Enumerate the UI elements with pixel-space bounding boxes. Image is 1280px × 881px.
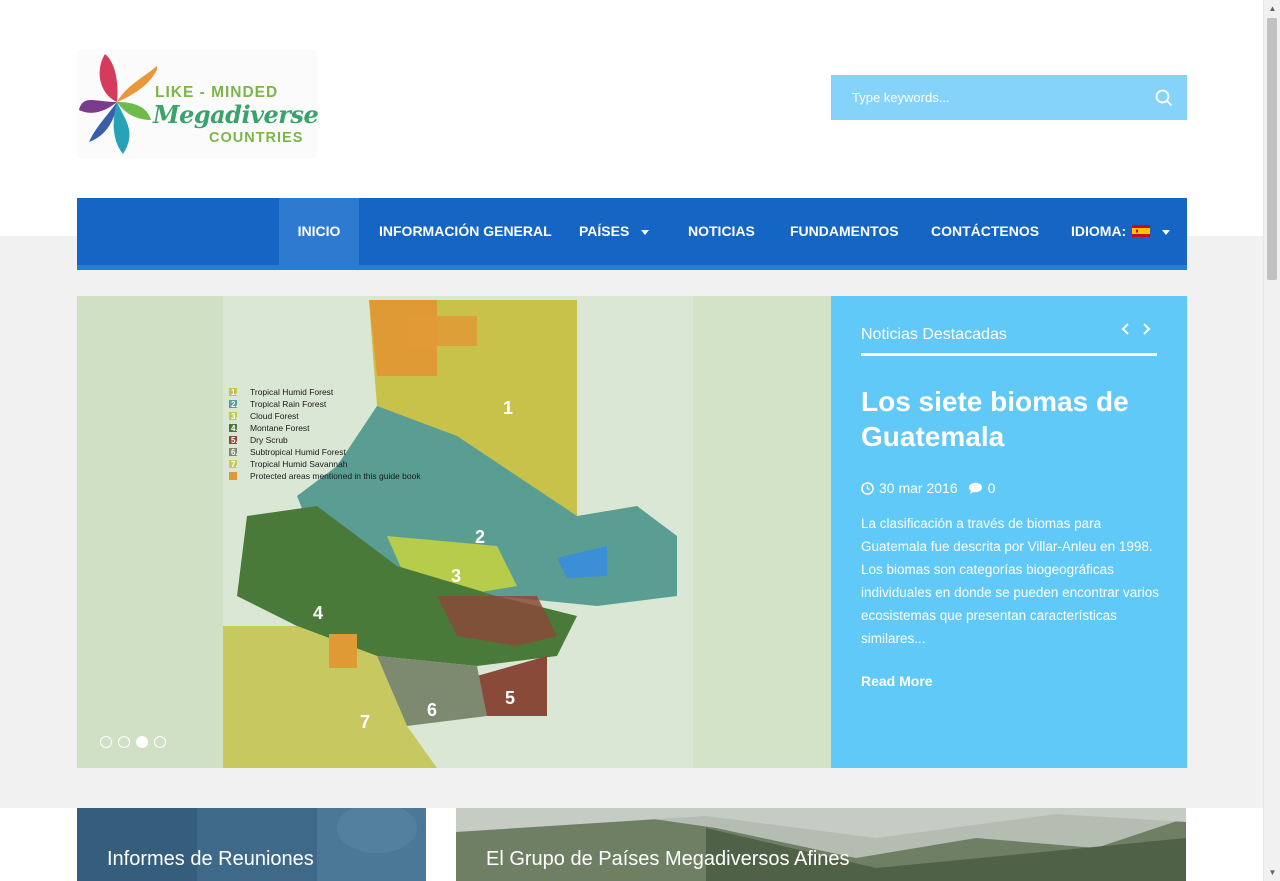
legend-num-4: 4.	[231, 424, 238, 433]
legend-num-5: 5.	[231, 436, 238, 445]
nav-item-label: PAÍSES	[579, 223, 630, 239]
clock-icon	[861, 481, 874, 495]
featured-news-heading: Noticias Destacadas	[861, 323, 1157, 356]
site-logo[interactable]: LIKE - MINDED Megadiverse COUNTRIES	[77, 50, 319, 158]
legend-label-3: Cloud Forest	[250, 411, 299, 421]
comment-icon	[968, 482, 982, 494]
card-title: El Grupo de Países Megadiversos Afines	[486, 848, 850, 870]
nav-item-label: FUNDAMENTOS	[790, 223, 899, 239]
page: LIKE - MINDED Megadiverse COUNTRIES INIC…	[0, 0, 1263, 881]
flower-pinwheel-icon	[79, 54, 157, 154]
map-number-7: 7	[360, 712, 370, 732]
slider-dot-3[interactable]	[136, 736, 148, 748]
legend-label-8: Protected areas mentioned in this guide …	[250, 471, 421, 481]
slider-dot-1[interactable]	[100, 736, 112, 748]
slider-dot-2[interactable]	[118, 736, 130, 748]
nav-item-contactenos[interactable]: CONTÁCTENOS	[931, 198, 1039, 265]
nav-item-idioma[interactable]: IDIOMA:	[1071, 198, 1171, 265]
chevron-right-icon[interactable]	[1142, 322, 1151, 336]
legend-label-1: Tropical Humid Forest	[250, 387, 334, 397]
map-number-5: 5	[505, 688, 515, 708]
map-number-2: 2	[475, 527, 485, 547]
nav-item-fundamentos[interactable]: FUNDAMENTOS	[790, 198, 899, 265]
featured-article-comments[interactable]: 0	[988, 480, 996, 496]
featured-heading-label: Noticias Destacadas	[861, 326, 1007, 343]
nav-item-inicio[interactable]: INICIO	[279, 198, 359, 265]
legend-label-6: Subtropical Humid Forest	[250, 447, 347, 457]
card-grupo-paises-megadiversos[interactable]: El Grupo de Países Megadiversos Afines	[456, 808, 1186, 881]
legend-label-2: Tropical Rain Forest	[250, 399, 327, 409]
nav-item-noticias[interactable]: NOTICIAS	[688, 198, 755, 265]
legend-num-1: 1.	[231, 388, 238, 397]
search-button[interactable]	[1141, 75, 1187, 120]
search-icon	[1155, 89, 1173, 106]
guatemala-biomes-map: Tropical Humid Forest Tropical Rain Fore…	[77, 296, 831, 768]
card-informes-de-reuniones[interactable]: Informes de Reuniones	[77, 808, 426, 881]
map-number-4: 4	[313, 603, 323, 623]
legend-label-5: Dry Scrub	[250, 435, 288, 445]
legend-num-6: 6.	[231, 448, 238, 457]
card-title: Informes de Reuniones	[107, 848, 314, 870]
chevron-down-icon	[1162, 229, 1171, 235]
scroll-thumb[interactable]	[1267, 18, 1277, 280]
nav-item-informacion-general[interactable]: INFORMACIÓN GENERAL	[379, 198, 552, 265]
map-number-1: 1	[503, 398, 513, 418]
chevron-left-icon[interactable]	[1121, 322, 1130, 336]
search-input[interactable]	[831, 75, 1141, 120]
map-number-6: 6	[427, 700, 437, 720]
nav-item-label: CONTÁCTENOS	[931, 223, 1040, 239]
featured-news-panel: Noticias Destacadas Los siete biomas de …	[831, 296, 1187, 768]
logo-text-countries: COUNTRIES	[209, 130, 304, 146]
image-slider[interactable]: Tropical Humid Forest Tropical Rain Fore…	[77, 296, 831, 768]
nav-item-label: INFORMACIÓN GENERAL	[379, 223, 552, 239]
slider-dots	[100, 736, 166, 748]
nav-item-label: INICIO	[297, 223, 341, 239]
scroll-down-arrow-icon[interactable]: ▼	[1264, 864, 1280, 881]
slider-dot-4[interactable]	[154, 736, 166, 748]
featured-article-meta: 30 mar 2016 0	[861, 480, 995, 496]
legend-label-7: Tropical Humid Savannah	[250, 459, 348, 469]
featured-nav-arrows	[1121, 322, 1151, 336]
nav-item-paises[interactable]: PAÍSES	[579, 198, 650, 265]
featured-article-title[interactable]: Los siete biomas de Guatemala	[861, 384, 1161, 454]
chevron-down-icon	[641, 229, 650, 235]
legend-num-7: 7.	[231, 460, 238, 469]
spain-flag-icon	[1132, 225, 1151, 238]
search-box	[831, 75, 1187, 120]
featured-article-excerpt: La clasificación a través de biomas para…	[861, 516, 1159, 646]
nav-item-label: NOTICIAS	[688, 223, 755, 239]
legend-num-3: 3.	[231, 412, 238, 421]
featured-article-date: 30 mar 2016	[879, 480, 958, 496]
read-more-link[interactable]: Read More	[861, 673, 933, 689]
legend-label-4: Montane Forest	[250, 423, 310, 433]
nav-item-label: IDIOMA:	[1071, 223, 1127, 239]
main-nav: INICIO INFORMACIÓN GENERAL PAÍSES NOTICI…	[77, 198, 1187, 270]
map-number-3: 3	[451, 566, 461, 586]
scroll-up-arrow-icon[interactable]: ▲	[1264, 0, 1280, 17]
page-scrollbar[interactable]: ▲ ▼	[1263, 0, 1280, 881]
legend-num-2: 2.	[231, 400, 238, 409]
logo-text-megadiverse: Megadiverse	[153, 100, 319, 129]
